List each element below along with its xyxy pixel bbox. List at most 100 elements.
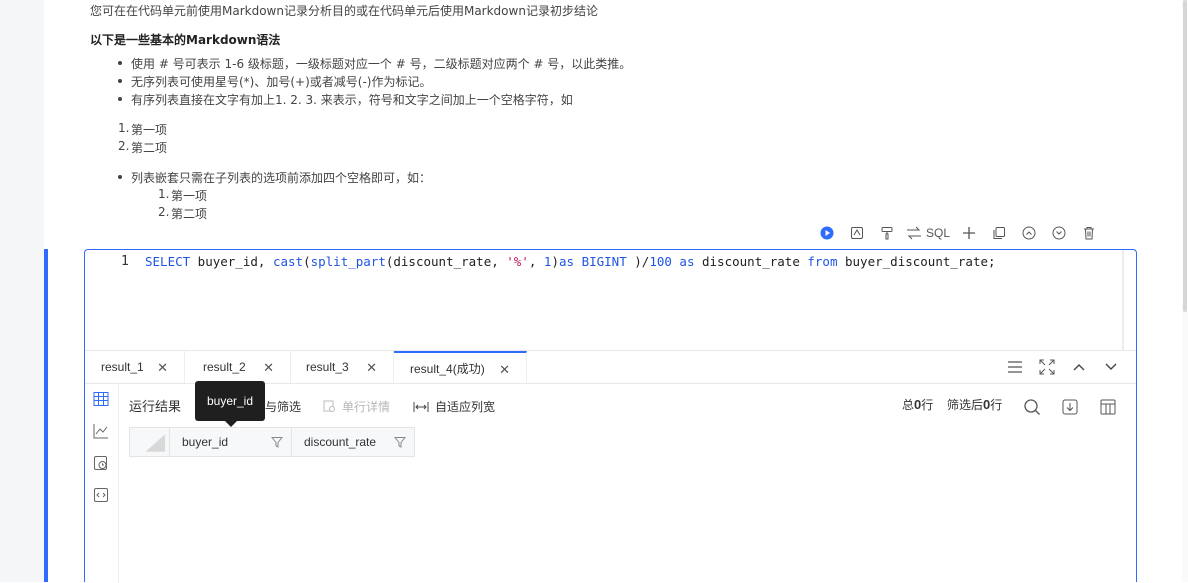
code-view-icon[interactable] [93,487,109,503]
format-icon[interactable] [842,220,872,246]
markdown-bullet: 使用 # 号可表示 1-6 级标题，一级标题对应一个 # 号，二级标题对应两个 … [131,57,632,71]
code-token: buyer_id, [190,254,273,269]
left-gutter [0,0,44,582]
tab-result-3[interactable]: result_3 ✕ [290,351,394,383]
filtered-suffix: 行 [990,398,1003,412]
bullet-dot [118,61,122,65]
markdown-heading: 以下是一些基本的Markdown语法 [90,33,281,47]
code-token: as [558,254,575,269]
tab-label: result_2 [203,360,246,374]
close-icon[interactable]: ✕ [366,361,377,374]
total-rows: 总0行 [902,396,933,413]
row-detail-button[interactable]: 单行详情 [323,398,390,415]
tab-result-1[interactable]: result_1 ✕ [85,351,185,383]
code-token: discount_rate [694,254,808,269]
column-header-label: buyer_id [182,435,229,449]
column-header-buyer-id[interactable]: buyer_id [170,428,292,456]
page-scrollbar-thumb[interactable] [1183,0,1187,312]
corner-triangle-icon [145,434,166,452]
markdown-intro: 您可在在代码单元前使用Markdown记录分析目的或在代码单元后使用Markdo… [90,4,598,18]
active-cell-indicator [44,249,48,582]
code-token: split_part [310,254,386,269]
column-header-label: discount_rate [304,435,377,449]
markdown-bullet: 列表嵌套只需在子列表的选项前添加四个空格即可，如： [131,171,432,185]
close-icon[interactable]: ✕ [263,361,274,374]
result-panel-controls [1004,351,1122,383]
ordered-number: 2. [118,139,130,153]
nested-item: 第一项 [171,189,208,203]
line-number: 1 [121,254,129,269]
result-table-header: buyer_id discount_rate [129,427,415,457]
move-up-icon[interactable] [1014,220,1044,246]
code-token: ) [551,254,559,269]
code-token: cast [272,254,304,269]
chart-view-icon[interactable] [93,423,109,439]
ordered-number: 1. [158,187,170,201]
table-view-icon[interactable] [93,391,109,407]
filter-icon[interactable] [394,436,406,448]
ordered-number: 2. [158,205,170,219]
delete-icon[interactable] [1074,220,1104,246]
filter-icon[interactable] [271,436,283,448]
column-header-discount-rate[interactable]: discount_rate [292,428,414,456]
tab-result-2[interactable]: result_2 ✕ [187,351,291,383]
markdown-bullet: 有序列表直接在文字有加上1. 2. 3. 来表示，符号和文字之间加上一个空格字符… [131,93,573,107]
expand-icon[interactable] [1036,356,1058,378]
tab-result-4[interactable]: result_4(成功) ✕ [394,351,527,383]
sql-editor[interactable]: 1 SELECT buyer_id, cast(split_part(disco… [85,250,1136,350]
total-suffix: 行 [921,398,934,412]
autofit-label: 自适应列宽 [435,400,496,414]
ordered-number: 1. [118,121,130,135]
filter-label: 与筛选 [265,400,302,414]
copy-icon[interactable] [984,220,1014,246]
row-detail-label: 单行详情 [342,400,391,414]
close-icon[interactable]: ✕ [157,361,168,374]
close-icon[interactable]: ✕ [499,363,510,376]
result-sidebar [85,383,119,583]
menu-icon[interactable] [1004,356,1026,378]
run-result-title: 运行结果 [129,399,182,414]
filtered-prefix: 筛选后 [947,398,984,412]
add-icon[interactable] [954,220,984,246]
bullet-dot [118,79,122,83]
editor-scrollbar[interactable] [1122,250,1124,350]
search-icon[interactable] [1023,398,1041,416]
page-scrollbar[interactable] [1182,0,1188,582]
row-detail-icon [323,400,335,412]
code-token: 100 [649,254,672,269]
code-token: as [679,254,695,269]
code-token: ( [303,254,311,269]
markdown-bullet: 无序列表可使用星号(*)、加号(+)或者减号(-)作为标记。 [131,75,432,89]
code-line[interactable]: SELECT buyer_id, cast(split_part(discoun… [145,254,996,269]
column-tooltip: buyer_id [195,381,265,427]
bullet-dot [118,175,122,179]
code-token: BIGINT [581,254,627,269]
download-icon[interactable] [1061,398,1079,416]
ordered-item: 第二项 [131,141,168,155]
cell-toolbar: SQL [812,220,1136,246]
autofit-columns-button[interactable]: 自适应列宽 [413,398,495,415]
move-down-icon[interactable] [1044,220,1074,246]
chevron-up-icon[interactable] [1068,356,1090,378]
code-token: )/ [626,254,650,269]
code-token: from [807,254,838,269]
tab-label: result_3 [306,360,349,374]
sql-toggle-button[interactable]: SQL [906,226,950,240]
code-token: buyer_discount_rate; [837,254,996,269]
filter-toggle[interactable]: 与筛选 [265,398,301,415]
code-token: SELECT [145,254,191,269]
code-token: (discount_rate, [385,254,507,269]
autofit-icon [413,401,429,412]
column-settings-icon[interactable] [1099,398,1117,416]
chevron-down-icon[interactable] [1100,356,1122,378]
total-prefix: 总 [902,398,915,412]
row-selector-cell[interactable] [130,428,170,456]
result-tabs: result_1 ✕ result_2 ✕ result_3 ✕ result_… [85,350,1136,384]
code-token: '%' [506,254,529,269]
history-icon[interactable] [93,455,109,471]
bullet-dot [118,97,122,101]
run-icon[interactable] [812,220,842,246]
code-token: , [528,254,544,269]
paint-icon[interactable] [872,220,902,246]
